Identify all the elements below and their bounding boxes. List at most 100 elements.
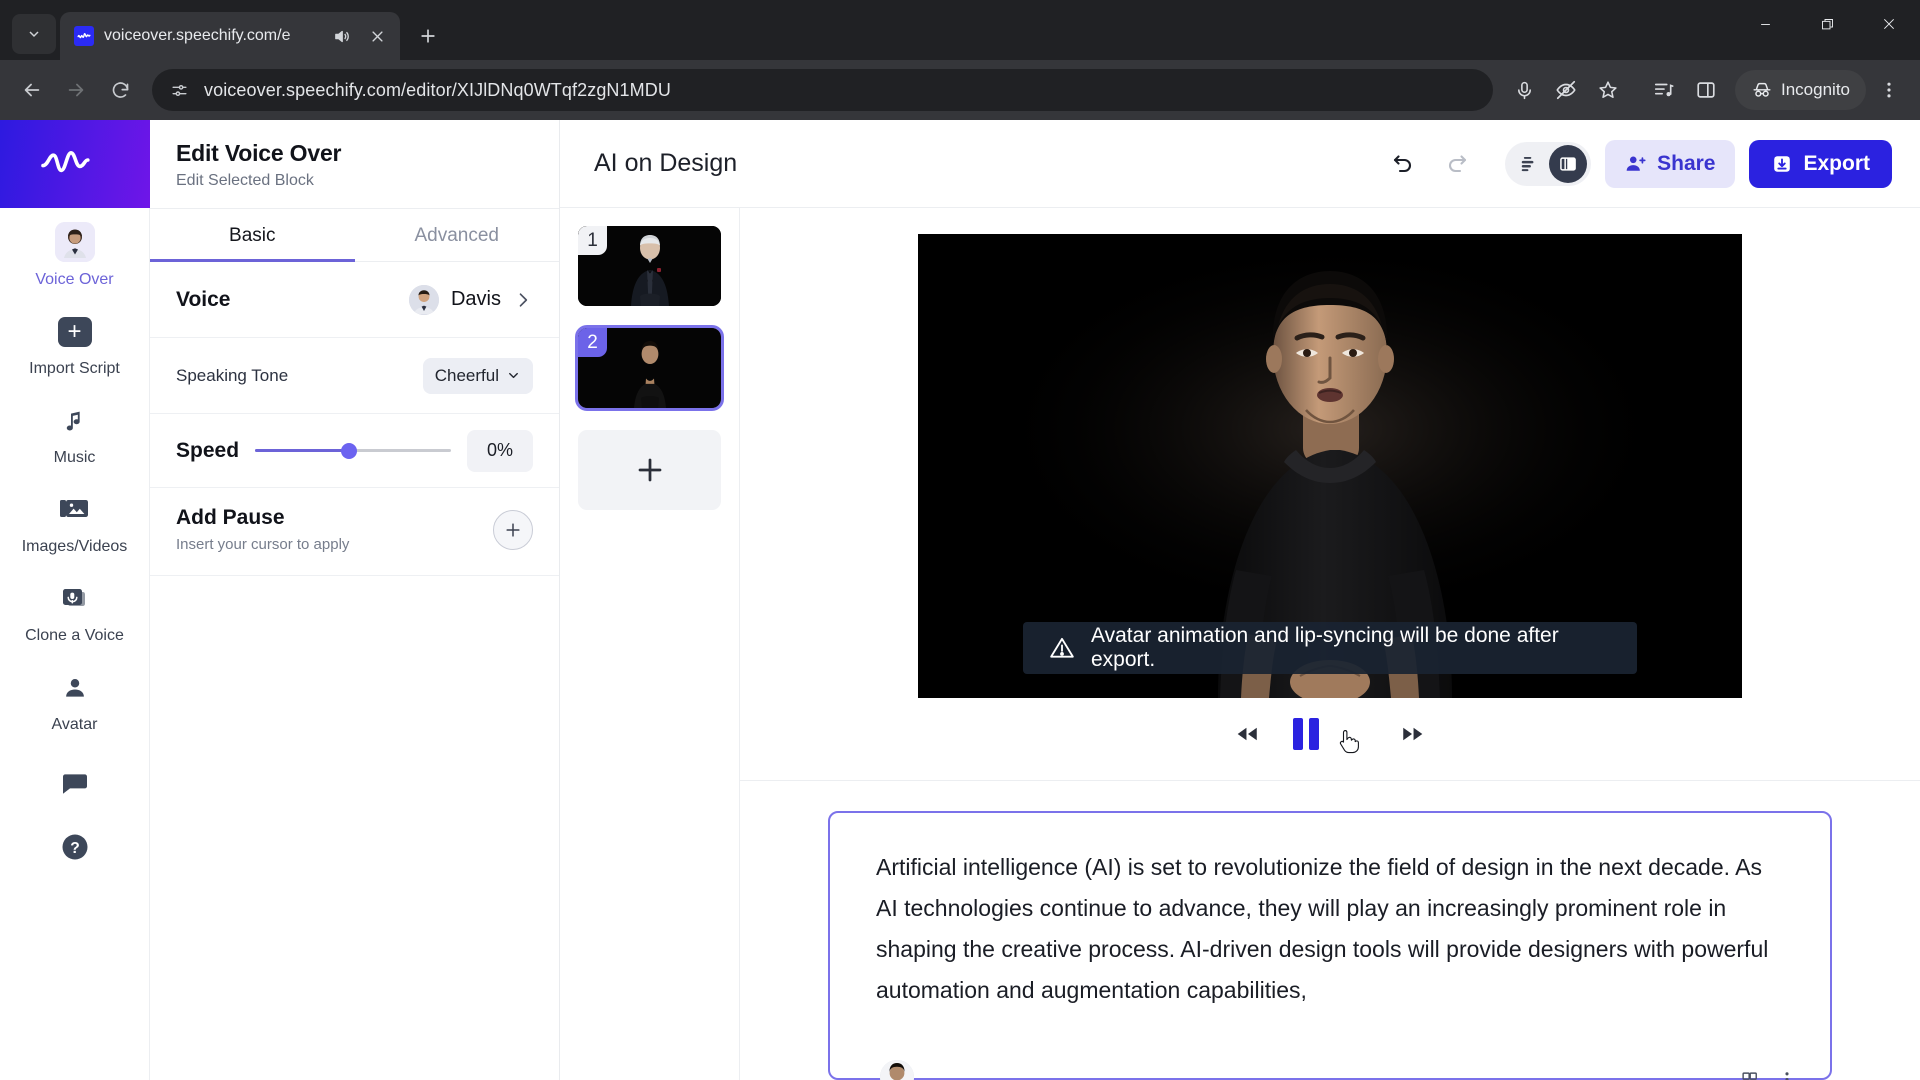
slider-thumb[interactable] (341, 442, 358, 459)
script-editor-area: Artificial intelligence (AI) is set to r… (740, 781, 1920, 1080)
preview-section: Avatar animation and lip-syncing will be… (740, 208, 1920, 781)
reload-icon[interactable] (100, 70, 140, 110)
speed-row: Speed 0% (150, 414, 559, 488)
voice-avatar-icon (54, 222, 95, 262)
sidebar-item-label: Music (53, 449, 96, 466)
tab-basic[interactable]: Basic (150, 209, 355, 262)
speed-slider[interactable] (255, 441, 451, 461)
pause-button[interactable] (1293, 718, 1319, 750)
add-pause-subtitle: Insert your cursor to apply (176, 536, 350, 553)
sidebar-item-voice-over[interactable]: Voice Over (0, 208, 149, 299)
view-toggle-group (1505, 141, 1592, 186)
person-icon (56, 669, 94, 707)
sidebar-item-import-script[interactable]: + Import Script (0, 299, 149, 388)
tab-title: voiceover.speechify.com/e (104, 27, 291, 44)
page-title[interactable]: AI on Design (594, 149, 1369, 178)
export-label: Export (1803, 151, 1870, 175)
sidebar-item-label: Voice Over (35, 271, 114, 288)
microphone-icon[interactable] (1505, 71, 1543, 109)
share-label: Share (1657, 151, 1716, 175)
sidebar-item-help[interactable]: ? (0, 814, 149, 876)
voice-row[interactable]: Voice Davis (150, 262, 559, 338)
tab-advanced[interactable]: Advanced (355, 209, 560, 261)
person-add-icon (1625, 153, 1647, 175)
sidebar-item-images-videos[interactable]: Images/Videos (0, 477, 149, 566)
speechify-favicon (74, 26, 94, 46)
address-bar-url: voiceover.speechify.com/editor/XIJlDNq0W… (204, 79, 671, 100)
tab-strip: voiceover.speechify.com/e (0, 0, 1920, 60)
minimize-icon[interactable] (1734, 0, 1796, 48)
reading-list-icon[interactable] (1645, 71, 1683, 109)
share-button[interactable]: Share (1605, 139, 1736, 188)
mic-card-icon (56, 580, 94, 618)
speaking-tone-row: Speaking Tone Cheerful (150, 338, 559, 414)
incognito-label: Incognito (1781, 80, 1850, 99)
panel-subtitle: Edit Selected Block (176, 172, 314, 189)
help-circle-icon: ? (56, 828, 94, 866)
speed-label: Speed (176, 438, 240, 462)
chevron-right-icon (513, 290, 533, 310)
playback-controls (1227, 698, 1433, 770)
slide-view-icon[interactable] (1549, 144, 1588, 183)
speed-value: 0% (467, 429, 533, 472)
incognito-hat-icon (1751, 79, 1773, 101)
arrow-back-icon[interactable] (12, 70, 52, 110)
voice-value: Davis (450, 288, 501, 310)
scene-thumbnail-selected[interactable]: 2 (575, 325, 724, 411)
maximize-icon[interactable] (1796, 0, 1858, 48)
speaker-playing-icon[interactable] (328, 23, 354, 49)
sidebar-item-label: Clone a Voice (25, 627, 124, 644)
sidebar-item-label: Import Script (29, 360, 120, 377)
undo-icon[interactable] (1383, 144, 1423, 184)
plus-square-icon: + (56, 313, 94, 351)
new-tab-button[interactable] (408, 16, 448, 56)
edit-panel-header: Edit Voice Over Edit Selected Block (150, 120, 559, 209)
speechify-editor-app: Voice Over + Import Script Music Images/… (0, 120, 1920, 1080)
scene-list: 1 2 (560, 208, 740, 1080)
speaking-tone-value: Cheerful (434, 365, 499, 385)
eye-off-icon[interactable] (1547, 71, 1585, 109)
close-icon[interactable] (1858, 0, 1920, 48)
browser-toolbar: voiceover.speechify.com/editor/XIJlDNq0W… (0, 60, 1920, 120)
sidebar-item-music[interactable]: Music (0, 388, 149, 477)
three-dot-menu-icon[interactable] (1870, 71, 1908, 109)
address-bar[interactable]: voiceover.speechify.com/editor/XIJlDNq0W… (152, 69, 1493, 111)
incognito-indicator[interactable]: Incognito (1735, 70, 1866, 110)
script-text[interactable]: Artificial intelligence (AI) is set to r… (876, 847, 1784, 1011)
script-block[interactable]: Artificial intelligence (AI) is set to r… (828, 811, 1832, 1080)
panel-title: Edit Voice Over (176, 140, 342, 166)
video-preview[interactable]: Avatar animation and lip-syncing will be… (918, 234, 1742, 698)
add-pause-button[interactable] (493, 509, 533, 550)
main-area: AI on Design Share Export 1 2 Avatar ani… (560, 120, 1920, 1080)
warning-text: Avatar animation and lip-syncing will be… (1091, 624, 1559, 671)
tab-search-chevron-down-icon[interactable] (12, 14, 56, 54)
browser-tab[interactable]: voiceover.speechify.com/e (60, 12, 400, 60)
sidebar-item-clone-a-voice[interactable]: Clone a Voice (0, 566, 149, 655)
sidebar-item-chat[interactable] (0, 744, 149, 814)
sidebar-item-avatar[interactable]: Avatar (0, 655, 149, 744)
speechify-logo[interactable] (0, 120, 150, 208)
rewind-icon[interactable] (1227, 714, 1267, 754)
speaking-tone-dropdown[interactable]: Cheerful (422, 357, 533, 394)
download-icon (1771, 153, 1793, 175)
duplicate-icon[interactable] (1741, 1071, 1758, 1080)
voice-selector[interactable]: Davis (408, 284, 533, 315)
close-icon[interactable] (364, 23, 390, 49)
project-header: AI on Design Share Export (560, 120, 1920, 208)
voice-avatar-icon (408, 284, 439, 315)
star-icon[interactable] (1589, 71, 1627, 109)
scene-thumbnail[interactable]: 1 (578, 226, 721, 306)
sidebar-item-label: Avatar (51, 716, 98, 733)
side-panel-icon[interactable] (1687, 71, 1725, 109)
script-view-icon[interactable] (1509, 145, 1547, 183)
music-note-icon (56, 402, 94, 440)
edit-voice-over-panel: Edit Voice Over Edit Selected Block Basi… (150, 120, 560, 1080)
add-scene-button[interactable] (578, 430, 721, 510)
more-options-icon[interactable] (1784, 1071, 1790, 1080)
export-button[interactable]: Export (1749, 139, 1892, 188)
workspace: 1 2 Avatar animation and lip-syncing wil… (560, 208, 1920, 1080)
voice-label: Voice (176, 287, 231, 311)
fast-forward-icon[interactable] (1393, 714, 1433, 754)
site-settings-icon[interactable] (166, 77, 192, 103)
chevron-down-icon (506, 368, 521, 383)
